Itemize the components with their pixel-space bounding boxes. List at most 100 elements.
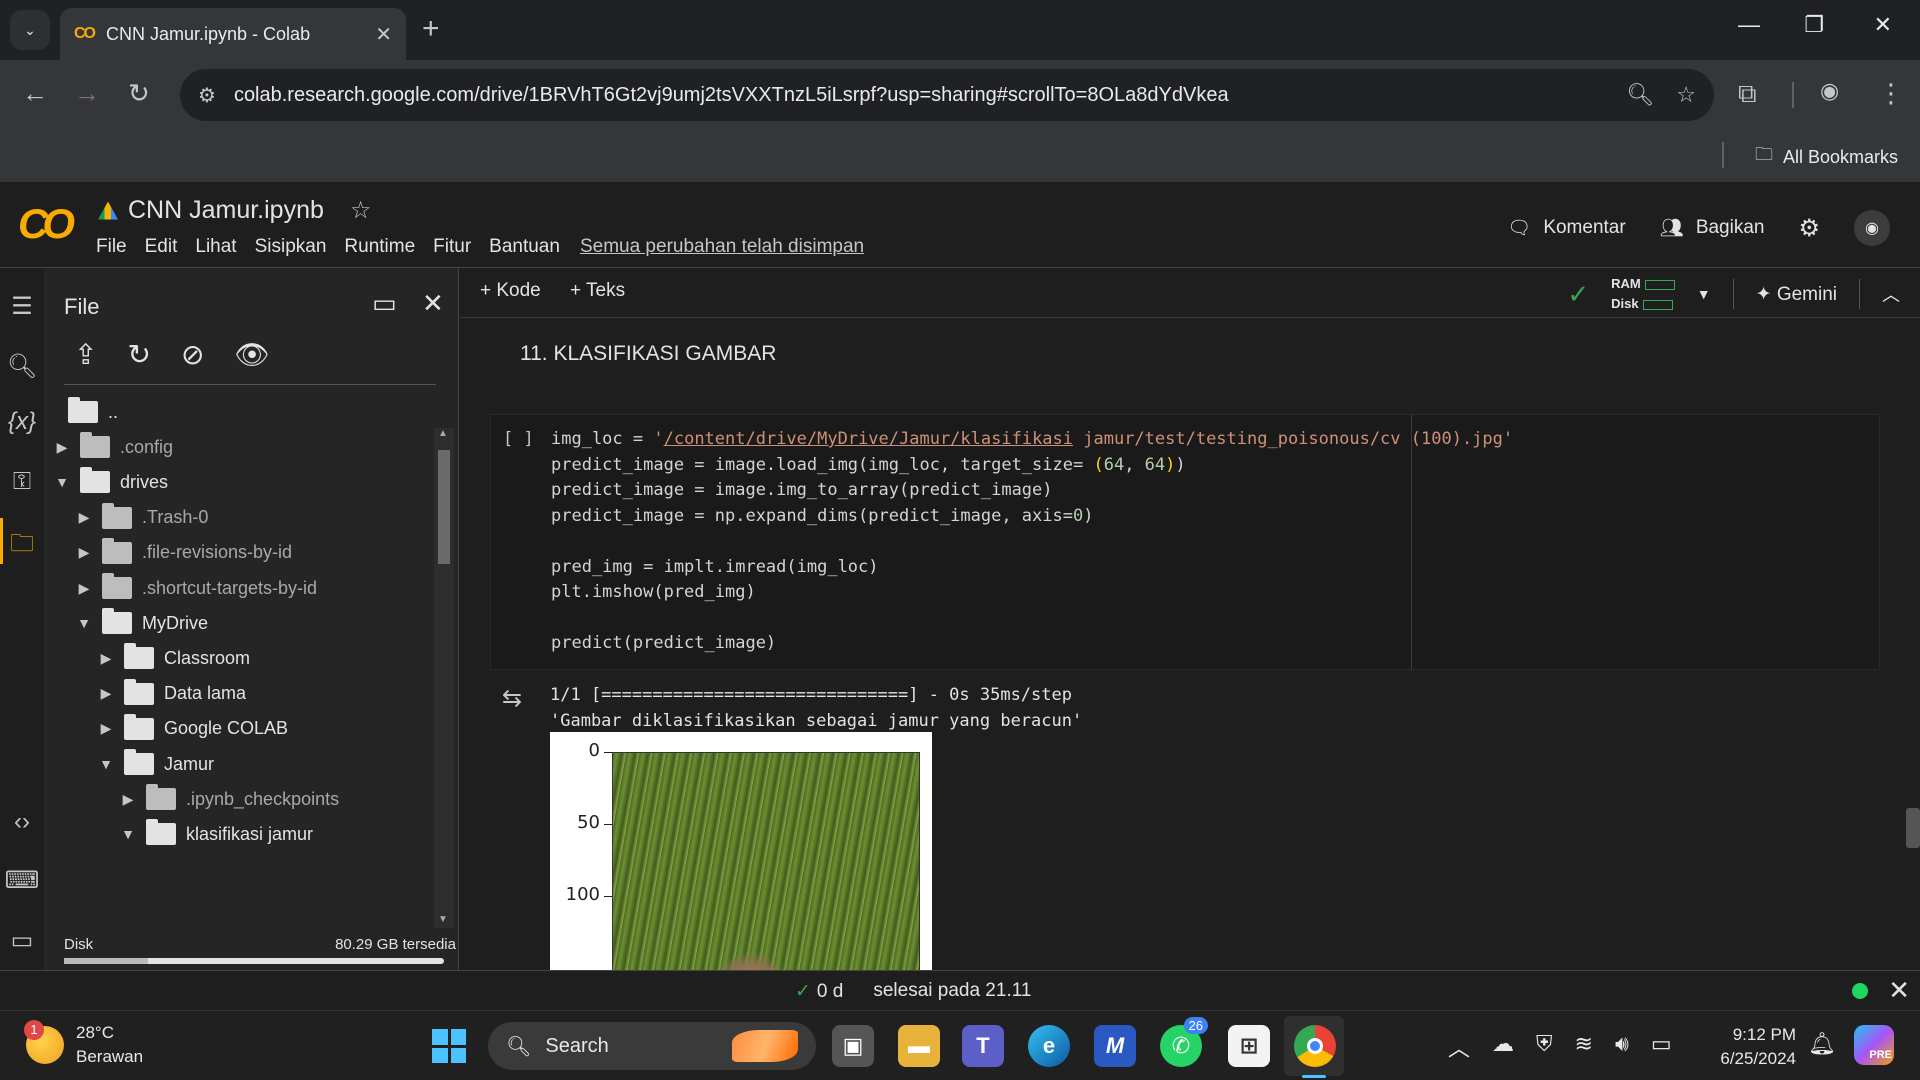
file-tree-item[interactable]: ▶ Classroom <box>94 640 250 676</box>
menu-tools[interactable]: Fitur <box>433 236 471 258</box>
search-icon[interactable]: 🔍︎ <box>0 352 44 381</box>
file-tree-item[interactable]: ▶ .shortcut-targets-by-id <box>72 570 317 606</box>
save-status-link[interactable]: Semua perubahan telah disimpan <box>580 236 864 258</box>
file-tree-scroll-thumb[interactable] <box>438 450 450 564</box>
command-palette-icon[interactable]: ⌨ <box>0 866 44 895</box>
tray-overflow-icon[interactable]: ︿ <box>1448 1031 1470 1063</box>
volume-icon[interactable]: 🔊︎ <box>1615 1031 1629 1063</box>
tab-search-button[interactable]: ⌄ <box>10 10 50 50</box>
file-tree-item[interactable]: ▼ Jamur <box>94 746 214 782</box>
tab-colab[interactable]: CO CNN Jamur.ipynb - Colab ✕ <box>60 8 406 60</box>
copilot-icon[interactable]: PRE <box>1854 1025 1894 1065</box>
code-cell[interactable]: [ ] img_loc = '/content/drive/MyDrive/Ja… <box>490 414 1880 670</box>
zoom-icon[interactable]: 🔍︎ <box>1626 82 1654 108</box>
share-button[interactable]: 👥︎ Bagikan <box>1660 216 1765 240</box>
reload-icon[interactable]: ↻ <box>128 78 150 109</box>
caret-down-icon[interactable]: ▼ <box>72 615 96 631</box>
file-tree-item[interactable]: ▼ klasifikasi jamur <box>116 816 313 852</box>
weather-widget[interactable]: 1 28°C Berawan <box>24 1020 143 1069</box>
add-text-button[interactable]: + Teks <box>570 280 625 302</box>
file-tree-item[interactable]: ▶ .file-revisions-by-id <box>72 535 292 571</box>
upload-file-icon[interactable]: ⇪ <box>74 338 97 371</box>
teams-icon[interactable]: T <box>962 1025 1004 1067</box>
taskbar-search[interactable]: 🔍︎ Search <box>488 1022 816 1070</box>
star-icon[interactable]: ☆ <box>350 196 372 225</box>
close-panel-icon[interactable]: ✕ <box>422 288 444 319</box>
bookmark-star-icon[interactable]: ☆ <box>1676 82 1696 108</box>
terminal-icon[interactable]: ▭ <box>0 926 44 955</box>
secrets-key-icon[interactable]: ⚿ <box>0 468 44 496</box>
caret-down-icon[interactable]: ▼ <box>94 756 118 772</box>
runtime-dropdown-icon[interactable]: ▼ <box>1697 286 1711 302</box>
caret-right-icon[interactable]: ▶ <box>94 720 118 737</box>
file-tree-item[interactable]: .. <box>62 394 118 430</box>
code-editor[interactable]: img_loc = '/content/drive/MyDrive/Jamur/… <box>551 427 1513 657</box>
file-explorer-icon[interactable]: ▬ <box>898 1025 940 1067</box>
clock[interactable]: 9:12 PM 6/25/2024 <box>1700 1023 1796 1071</box>
caret-right-icon[interactable]: ▶ <box>72 509 96 526</box>
chrome-icon[interactable] <box>1294 1025 1336 1067</box>
notebook-name[interactable]: CNN Jamur.ipynb <box>128 196 324 225</box>
variables-icon[interactable]: {x} <box>0 408 44 436</box>
drive-sync-icon[interactable]: ☁ <box>1492 1031 1514 1063</box>
run-cell-button[interactable]: [ ] <box>503 429 534 449</box>
files-folder-icon[interactable]: 🗀 <box>0 526 44 567</box>
edge-icon[interactable]: e <box>1028 1025 1070 1067</box>
caret-right-icon[interactable]: ▶ <box>72 544 96 561</box>
menu-help[interactable]: Bantuan <box>489 236 560 258</box>
ram-disk-meter[interactable]: RAM Disk <box>1611 274 1675 314</box>
caret-down-icon[interactable]: ▼ <box>50 474 74 490</box>
extensions-icon[interactable]: ⧉ <box>1738 78 1757 110</box>
notification-bell-icon[interactable]: 🔔︎ <box>1808 1031 1836 1057</box>
close-tab-icon[interactable]: ✕ <box>375 22 392 47</box>
caret-right-icon[interactable]: ▶ <box>94 685 118 702</box>
more-menu-icon[interactable]: ⋮ <box>1878 78 1904 109</box>
site-info-icon[interactable]: ⚙ <box>198 83 216 108</box>
profile-icon[interactable]: ◉ <box>1820 78 1839 104</box>
minimize-icon[interactable]: — <box>1738 12 1760 38</box>
url-text[interactable]: colab.research.google.com/drive/1BRVhT6G… <box>234 84 1604 107</box>
close-status-icon[interactable]: ✕ <box>1888 975 1910 1006</box>
colab-logo[interactable]: CO <box>18 200 75 248</box>
execution-status[interactable]: ✓ 0 d selesai pada 21.11 <box>795 980 1031 1003</box>
task-view-icon[interactable]: ▣ <box>832 1025 874 1067</box>
menu-file[interactable]: File <box>96 236 127 258</box>
security-shield-icon[interactable]: ⛨ <box>1536 1031 1553 1063</box>
menu-edit[interactable]: Edit <box>145 236 178 258</box>
show-hidden-eye-icon[interactable]: 👁︎ <box>234 338 270 371</box>
gemini-button[interactable]: ✦ Gemini <box>1756 283 1837 306</box>
ai-app-icon[interactable]: M <box>1094 1025 1136 1067</box>
scroll-down-icon[interactable]: ▼ <box>438 914 448 925</box>
table-of-contents-icon[interactable]: ☰ <box>0 292 44 321</box>
close-window-icon[interactable]: ✕ <box>1874 12 1892 38</box>
windows-start-icon[interactable] <box>432 1029 466 1063</box>
menu-insert[interactable]: Sisipkan <box>255 236 327 258</box>
wifi-icon[interactable]: ≋ <box>1575 1031 1593 1063</box>
open-in-tab-icon[interactable]: ▭ <box>372 288 397 319</box>
battery-icon[interactable]: ▭ <box>1651 1031 1672 1063</box>
file-tree-item[interactable]: ▶ .Trash-0 <box>72 500 208 536</box>
omnibox[interactable]: ⚙ colab.research.google.com/drive/1BRVhT… <box>180 69 1714 121</box>
unmount-drive-icon[interactable]: ⊘ <box>181 338 204 371</box>
file-tree-item[interactable]: ▼ drives <box>50 464 168 500</box>
add-code-button[interactable]: + Kode <box>480 280 541 302</box>
output-toggle-icon[interactable]: ⇆ <box>502 684 522 713</box>
file-tree-item[interactable]: ▶ Data lama <box>94 676 246 712</box>
caret-down-icon[interactable]: ▼ <box>116 826 140 842</box>
file-tree-item[interactable]: ▶ Google COLAB <box>94 711 288 747</box>
scroll-up-icon[interactable]: ▲ <box>438 428 448 439</box>
refresh-icon[interactable]: ↻ <box>127 338 150 371</box>
caret-right-icon[interactable]: ▶ <box>50 439 74 456</box>
file-tree-item[interactable]: ▶ .ipynb_checkpoints <box>116 781 339 817</box>
avatar[interactable]: ◉ <box>1854 210 1890 246</box>
back-icon[interactable]: ← <box>22 78 48 109</box>
notebook-scroll-thumb[interactable] <box>1906 808 1920 848</box>
settings-gear-icon[interactable]: ⚙ <box>1798 214 1820 243</box>
file-tree-item[interactable]: ▼ MyDrive <box>72 605 208 641</box>
all-bookmarks-button[interactable]: 🗀 All Bookmarks <box>1755 142 1898 172</box>
collapse-header-icon[interactable]: ︿ <box>1882 281 1900 307</box>
file-tree-item[interactable]: ▶ .config <box>50 429 173 465</box>
caret-right-icon[interactable]: ▶ <box>116 791 140 808</box>
restore-icon[interactable]: ❐ <box>1804 12 1824 38</box>
new-tab-button[interactable]: + <box>422 12 440 46</box>
